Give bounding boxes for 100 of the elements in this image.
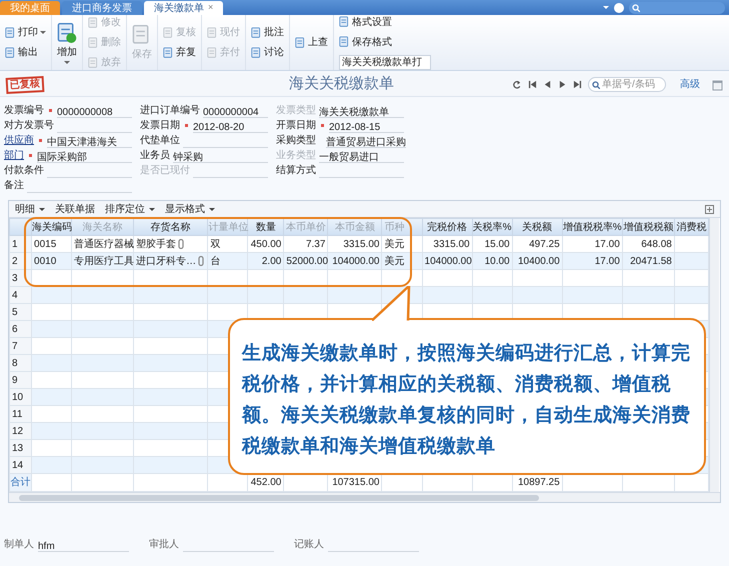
- input-field[interactable]: 普通贸易进口采购: [326, 135, 406, 148]
- document-icon: [339, 36, 350, 48]
- tab[interactable]: 进口商务发票: [62, 1, 142, 15]
- field-label: 业务员: [140, 148, 170, 163]
- grid-toolbar-button[interactable]: 显示格式: [165, 202, 215, 216]
- document-icon: [5, 46, 16, 58]
- row-number: 7: [10, 338, 32, 354]
- caret-icon: [149, 208, 155, 210]
- toolbar-button[interactable]: 保存格式: [339, 35, 431, 49]
- document-icon: [88, 56, 99, 68]
- close-icon[interactable]: ×: [208, 1, 214, 15]
- caret-icon: [603, 6, 609, 9]
- field-label: 制单人: [4, 538, 34, 552]
- document-icon: [57, 22, 77, 44]
- field-label[interactable]: 供应商: [4, 133, 34, 148]
- row-number: 4: [10, 286, 32, 304]
- field-label[interactable]: 部门: [4, 148, 24, 163]
- field-label: 发票编号: [4, 104, 44, 118]
- input-field[interactable]: 0000000004: [203, 105, 268, 118]
- search-field[interactable]: 单据号/条码: [588, 77, 666, 92]
- row-number: 13: [10, 440, 32, 456]
- last-record-icon[interactable]: [573, 80, 582, 89]
- row-number: 12: [10, 422, 32, 440]
- toolbar-button[interactable]: 批注: [251, 26, 284, 40]
- caret-icon: [209, 208, 215, 210]
- field-label: 发票日期: [140, 118, 180, 133]
- advanced-link[interactable]: 高级: [680, 77, 700, 92]
- document-icon: [339, 16, 350, 28]
- table-cell-text: 塑胶手套: [136, 238, 176, 252]
- totals-label: 合计: [10, 474, 32, 492]
- next-record-icon[interactable]: [558, 80, 567, 89]
- field-label: 记账人: [294, 538, 324, 552]
- document-icon: [88, 36, 99, 48]
- row-number: 11: [10, 406, 32, 422]
- document-icon: [207, 46, 218, 58]
- format-select[interactable]: 海关关税缴款单打: [339, 55, 431, 70]
- row-number: 6: [10, 320, 32, 338]
- input-field[interactable]: 海关关税缴款单: [319, 105, 404, 118]
- field-label: 是否已现付: [140, 164, 190, 178]
- vertical-scrollbar[interactable]: [709, 218, 719, 492]
- toolbar-button[interactable]: 格式设置: [339, 15, 431, 29]
- toolbar-button[interactable]: 输出: [5, 46, 46, 60]
- callout-text: 生成海关缴款单时，按照海关编码进行汇总，计算完税价格，并计算相应的关税额、消费税额、增值税额。海关关税缴款单复核的同时，自动生成海关消费税缴款单和海关增值税缴款单: [242, 342, 692, 459]
- document-icon: [251, 26, 262, 38]
- field-label: 备注: [4, 178, 24, 193]
- field-label: 审批人: [149, 538, 179, 552]
- field-label: 开票日期: [276, 118, 316, 133]
- document-icon: [251, 46, 262, 58]
- input-field[interactable]: 国际采购部: [37, 150, 132, 163]
- caret-icon: [40, 31, 46, 34]
- table-cell-text: 进口牙科专…: [136, 254, 196, 268]
- search-icon: [592, 80, 600, 88]
- input-field[interactable]: 中国天津港海关: [47, 135, 132, 148]
- toolbar-button[interactable]: 打印: [5, 26, 46, 40]
- required-marker: [39, 139, 42, 142]
- row-number: 8: [10, 354, 32, 372]
- toolbar-button[interactable]: 上查: [295, 36, 328, 50]
- required-marker: [49, 109, 52, 112]
- toolbar-button[interactable]: 弃复: [163, 46, 196, 60]
- expand-icon[interactable]: [705, 204, 714, 214]
- input-field[interactable]: 一般贸易进口: [319, 150, 404, 163]
- document-icon: [163, 26, 174, 38]
- required-marker: [29, 154, 32, 157]
- caret-icon: [64, 60, 70, 64]
- refresh-icon[interactable]: [513, 80, 522, 89]
- row-number: 10: [10, 388, 32, 406]
- input-field[interactable]: 0000000008: [57, 105, 132, 118]
- document-icon: [295, 36, 306, 48]
- required-marker: [185, 124, 188, 127]
- field-label: 业务类型: [276, 148, 316, 163]
- field-label: 采购类型: [276, 134, 316, 148]
- input-field[interactable]: hfm: [38, 539, 129, 552]
- toolbar-button[interactable]: 增加: [57, 20, 77, 64]
- field-label: 代垫单位: [140, 134, 180, 148]
- search-icon: [632, 4, 640, 12]
- document-icon: [5, 26, 16, 38]
- grid-toolbar-button[interactable]: 关联单据: [55, 202, 95, 216]
- field-label: 结算方式: [276, 164, 316, 178]
- calendar-icon[interactable]: [712, 78, 723, 90]
- field-label: 进口订单编号: [140, 104, 200, 118]
- toolbar-button[interactable]: 讨论: [251, 46, 284, 60]
- input-field[interactable]: 2012-08-20: [193, 120, 268, 133]
- search-field[interactable]: [629, 2, 725, 14]
- grid-toolbar-button[interactable]: 排序定位: [105, 202, 155, 216]
- required-marker: [321, 124, 324, 127]
- input-field[interactable]: 2012-08-15: [329, 120, 404, 133]
- input-field[interactable]: 钟采购: [173, 150, 268, 163]
- field-label: 付款条件: [4, 164, 44, 178]
- row-number: 9: [10, 372, 32, 388]
- row-number: 14: [10, 456, 32, 474]
- horizontal-scrollbar[interactable]: [9, 492, 720, 502]
- first-record-icon[interactable]: [528, 80, 537, 89]
- tab[interactable]: 海关缴款单 ×: [144, 1, 224, 15]
- approved-stamp: 已复核: [6, 76, 44, 94]
- document-icon: [88, 16, 99, 28]
- grid-toolbar-button[interactable]: 明细: [15, 202, 45, 216]
- field-label: 对方发票号: [4, 118, 54, 133]
- document-icon: [207, 26, 218, 38]
- document-title: 海关关税缴款单: [289, 74, 394, 94]
- previous-record-icon[interactable]: [543, 80, 552, 89]
